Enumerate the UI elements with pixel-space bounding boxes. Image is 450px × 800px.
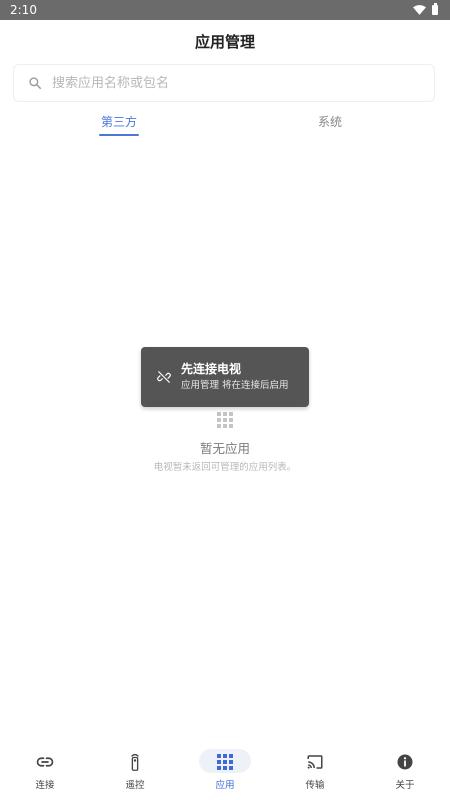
page-title: 应用管理 — [194, 33, 255, 51]
tab-system[interactable]: 系统 — [290, 112, 370, 138]
toast-title: 先连接电视 — [181, 362, 242, 376]
empty-state-description: 电视暂未返回可管理的应用列表。 — [153, 462, 297, 473]
search-bar[interactable] — [13, 64, 435, 102]
info-icon — [397, 754, 413, 770]
cast-icon — [307, 755, 323, 769]
wifi-icon — [413, 5, 426, 15]
status-bar: 2:10 — [0, 0, 450, 20]
link-icon — [36, 757, 54, 767]
empty-state-title: 暂无应用 — [199, 441, 250, 456]
nav-item-transfer[interactable]: 传输 — [270, 745, 360, 795]
nav-item-remote[interactable]: 遥控 — [90, 745, 180, 795]
remote-icon — [131, 753, 139, 771]
nav-label-remote: 遥控 — [125, 780, 145, 791]
search-input[interactable] — [50, 74, 434, 92]
link-off-icon — [157, 371, 171, 383]
status-time: 2:10 — [10, 3, 37, 17]
bottom-navigation: 连接 遥控 应用 传输 关于 — [0, 745, 450, 800]
connect-tv-toast: 先连接电视 应用管理 将在连接后启用 — [141, 347, 309, 407]
nav-item-about[interactable]: 关于 — [360, 745, 450, 795]
tab-active-indicator — [99, 134, 139, 136]
search-icon — [29, 77, 42, 90]
nav-label-apps: 应用 — [215, 780, 235, 791]
apps-icon — [217, 754, 233, 770]
nav-label-connect: 连接 — [35, 780, 55, 791]
apps-grid-icon — [217, 412, 233, 428]
nav-item-apps[interactable]: 应用 — [180, 745, 270, 795]
toast-message: 应用管理 将在连接后启用 — [181, 380, 289, 391]
status-icons — [413, 3, 438, 15]
nav-item-connect[interactable]: 连接 — [0, 745, 90, 795]
nav-label-transfer: 传输 — [305, 780, 325, 791]
nav-label-about: 关于 — [395, 780, 415, 791]
tab-bar: 第三方 系统 — [0, 112, 450, 140]
toast-texts: 先连接电视 应用管理 将在连接后启用 — [181, 360, 289, 394]
battery-icon — [432, 3, 438, 15]
